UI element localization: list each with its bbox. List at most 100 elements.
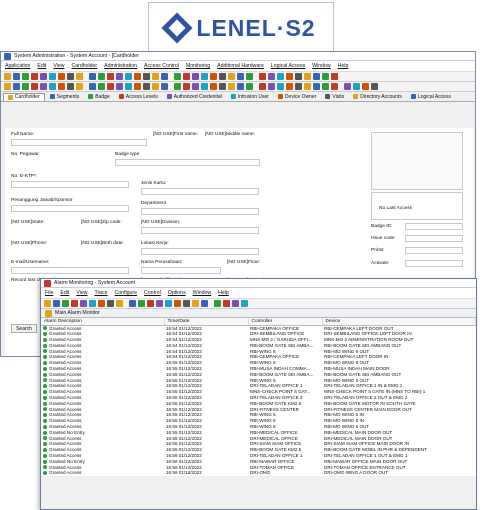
toolbar-button-icon[interactable] — [232, 300, 239, 307]
toolbar-button-icon[interactable] — [322, 83, 329, 90]
menu-view[interactable]: View — [76, 290, 87, 296]
toolbar-button-icon[interactable] — [134, 83, 141, 90]
toolbar-button-icon[interactable] — [49, 83, 56, 90]
toolbar-button-icon[interactable] — [107, 83, 114, 90]
tab-directory-accounts[interactable]: Directory Accounts — [349, 93, 406, 101]
toolbar-button-icon[interactable] — [76, 73, 83, 80]
toolbar-button-icon[interactable] — [174, 300, 181, 307]
toolbar-button-icon[interactable] — [322, 73, 329, 80]
toolbar-button-icon[interactable] — [129, 300, 136, 307]
toolbar-button-icon[interactable] — [371, 83, 378, 90]
toolbar-button-icon[interactable] — [40, 73, 47, 80]
sysadmin-titlebar[interactable]: System Administration - System Account -… — [1, 52, 475, 61]
toolbar-button-icon[interactable] — [67, 73, 74, 80]
toolbar-button-icon[interactable] — [165, 300, 172, 307]
menu-window[interactable]: Window — [312, 63, 330, 69]
menu-help[interactable]: Help — [338, 63, 349, 69]
toolbar-button-icon[interactable] — [304, 83, 311, 90]
toolbar-button-icon[interactable] — [4, 73, 11, 80]
lokasi-kerja-select[interactable] — [141, 248, 259, 255]
column-header-device[interactable]: Device — [322, 318, 476, 326]
toolbar-button-icon[interactable] — [143, 73, 150, 80]
badge-id-field[interactable] — [405, 223, 463, 230]
toolbar-button-icon[interactable] — [80, 300, 87, 307]
prints-field[interactable] — [405, 247, 463, 254]
jenis-kartu-select[interactable] — [141, 188, 259, 195]
toolbar-button-icon[interactable] — [107, 300, 114, 307]
toolbar-button-icon[interactable] — [362, 83, 369, 90]
toolbar-button-icon[interactable] — [210, 83, 217, 90]
toolbar-button-icon[interactable] — [192, 300, 199, 307]
menu-edit[interactable]: Edit — [60, 290, 69, 296]
toolbar-button-icon[interactable] — [174, 73, 181, 80]
toolbar-button-icon[interactable] — [286, 83, 293, 90]
toolbar-button-icon[interactable] — [22, 73, 29, 80]
toolbar-button-icon[interactable] — [125, 73, 132, 80]
menu-access-control[interactable]: Access Control — [144, 63, 179, 69]
badge-type-select[interactable] — [115, 159, 260, 166]
table-row[interactable]: Granted Access 16:56 01/12/2022 DRI-OMO DRI… — [41, 470, 476, 476]
toolbar-button-icon[interactable] — [62, 300, 69, 307]
menu-application[interactable]: Application — [5, 63, 30, 69]
toolbar-button-icon[interactable] — [152, 73, 159, 80]
toolbar-button-icon[interactable] — [214, 300, 221, 307]
toolbar-button-icon[interactable] — [98, 83, 105, 90]
menu-administration[interactable]: Administration — [104, 63, 137, 69]
toolbar-button-icon[interactable] — [107, 73, 114, 80]
menu-configure[interactable]: Configure — [115, 290, 138, 296]
toolbar-button-icon[interactable] — [295, 83, 302, 90]
toolbar-button-icon[interactable] — [331, 83, 338, 90]
toolbar-button-icon[interactable] — [138, 300, 145, 307]
menu-options[interactable]: Options — [168, 290, 186, 296]
toolbar-button-icon[interactable] — [183, 83, 190, 90]
menu-view[interactable]: View — [53, 63, 64, 69]
toolbar-button-icon[interactable] — [210, 73, 217, 80]
nama-perusahaan-select[interactable] — [141, 267, 221, 274]
email-field[interactable] — [11, 267, 129, 274]
toolbar-button-icon[interactable] — [98, 73, 105, 80]
toolbar-button-icon[interactable] — [31, 83, 38, 90]
toolbar-button-icon[interactable] — [76, 83, 83, 90]
toolbar-button-icon[interactable] — [223, 300, 230, 307]
toolbar-button-icon[interactable] — [116, 300, 123, 307]
toolbar-button-icon[interactable] — [268, 83, 275, 90]
tab-access-levels[interactable]: Access Levels — [115, 93, 162, 101]
toolbar-button-icon[interactable] — [259, 73, 266, 80]
toolbar-button-icon[interactable] — [98, 300, 105, 307]
menu-cardholder[interactable]: Cardholder — [72, 63, 98, 69]
toolbar-button-icon[interactable] — [174, 83, 181, 90]
tab-device-owner[interactable]: Device Owner — [274, 93, 320, 101]
photo-box[interactable] — [371, 132, 463, 190]
tab-intrusion-user[interactable]: Intrusion User — [227, 93, 273, 101]
toolbar-button-icon[interactable] — [116, 83, 123, 90]
toolbar-button-icon[interactable] — [237, 73, 244, 80]
toolbar-button-icon[interactable] — [4, 83, 11, 90]
toolbar-button-icon[interactable] — [44, 300, 51, 307]
toolbar-button-icon[interactable] — [31, 73, 38, 80]
toolbar-button-icon[interactable] — [313, 83, 320, 90]
toolbar-button-icon[interactable] — [89, 83, 96, 90]
penanggung-field[interactable] — [11, 205, 129, 212]
toolbar-button-icon[interactable] — [192, 83, 199, 90]
no-ektp-field[interactable] — [11, 181, 129, 188]
toolbar-button-icon[interactable] — [259, 83, 266, 90]
toolbar-button-icon[interactable] — [116, 73, 123, 80]
column-header-time-date[interactable]: Time/Date — [164, 318, 249, 326]
menu-edit[interactable]: Edit — [37, 63, 46, 69]
search-button[interactable]: Search — [11, 324, 37, 333]
toolbar-button-icon[interactable] — [89, 300, 96, 307]
toolbar-button-icon[interactable] — [246, 83, 253, 90]
toolbar-button-icon[interactable] — [13, 73, 20, 80]
toolbar-button-icon[interactable] — [295, 73, 302, 80]
tab-segments[interactable]: Segments — [46, 93, 84, 101]
menu-control[interactable]: Control — [144, 290, 161, 296]
toolbar-button-icon[interactable] — [71, 300, 78, 307]
toolbar-button-icon[interactable] — [156, 300, 163, 307]
toolbar-button-icon[interactable] — [241, 300, 248, 307]
toolbar-button-icon[interactable] — [219, 73, 226, 80]
toolbar-button-icon[interactable] — [228, 83, 235, 90]
toolbar-button-icon[interactable] — [304, 73, 311, 80]
menu-file[interactable]: File — [45, 290, 53, 296]
tab-badge[interactable]: Badge — [84, 93, 113, 101]
toolbar-button-icon[interactable] — [353, 83, 360, 90]
